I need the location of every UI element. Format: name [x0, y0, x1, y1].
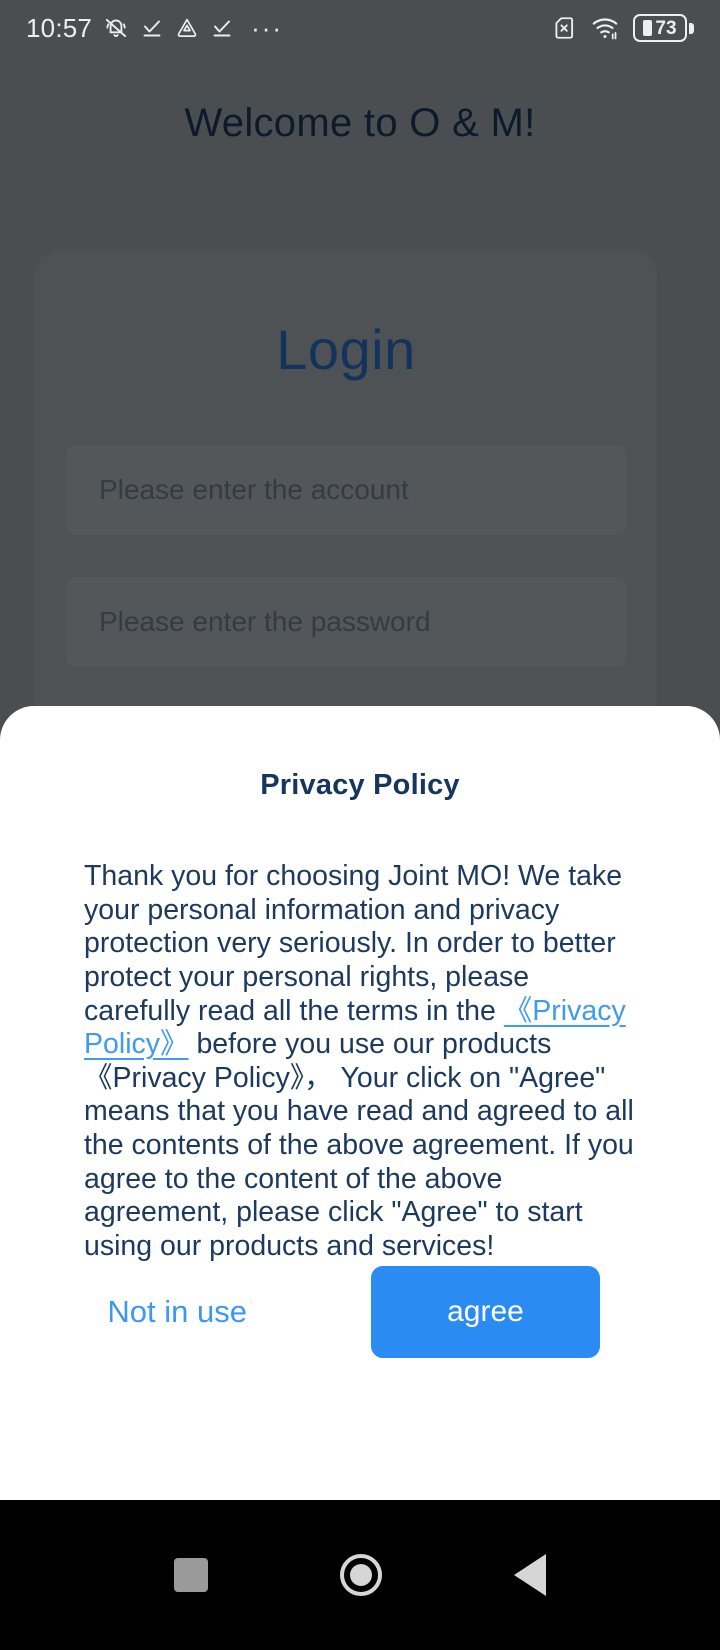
agree-button[interactable]: agree — [371, 1266, 600, 1358]
dialog-body: Thank you for choosing Joint MO! We take… — [84, 860, 636, 1264]
dialog-title: Privacy Policy — [260, 769, 460, 801]
decline-button[interactable]: Not in use — [101, 1276, 253, 1348]
status-bar-clock: 10:57 — [26, 12, 93, 43]
status-bar: 10:57 ··· 73 — [0, 0, 720, 56]
triangle-alert-icon — [177, 18, 197, 37]
android-navigation-bar — [0, 1500, 720, 1650]
dialog-body-part2: before you use our products — [188, 1028, 552, 1061]
no-sim-icon — [555, 17, 574, 39]
triangle-back-icon[interactable] — [514, 1554, 546, 1596]
status-overflow-icon: ··· — [251, 13, 284, 43]
wifi-icon — [592, 18, 618, 40]
privacy-policy-plain-text: 《Privacy Policy》 — [84, 1061, 305, 1094]
status-bar-left: 10:57 ··· — [26, 13, 551, 44]
privacy-policy-dialog: Privacy Policy Thank you for choosing Jo… — [0, 706, 720, 1500]
status-bar-right: 73 — [551, 14, 694, 42]
circle-home-icon[interactable] — [340, 1554, 382, 1596]
check-underline-icon — [213, 20, 231, 37]
square-recents-icon[interactable] — [174, 1558, 208, 1592]
check-underline-icon — [143, 20, 161, 37]
battery-level: 73 — [655, 17, 677, 39]
bell-muted-icon — [105, 18, 127, 38]
battery-icon: 73 — [633, 14, 694, 42]
dialog-actions: Not in use agree — [0, 1266, 720, 1358]
phone-screen: Welcome to O & M! Login Please enter the… — [0, 0, 720, 1650]
